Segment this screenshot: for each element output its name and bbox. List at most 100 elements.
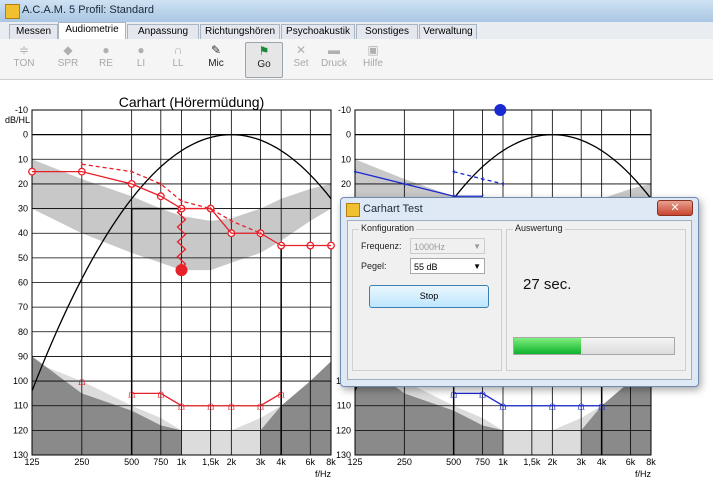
toolbar-label: RE: [99, 58, 113, 69]
tab-sonstiges[interactable]: Sonstiges: [356, 24, 418, 39]
configuration-group: Konfiguration Frequenz: 1000Hz ▼ Pegel: 5…: [352, 223, 502, 371]
run-icon: ⚑: [258, 44, 270, 58]
y-tick-label: 30: [18, 204, 28, 214]
toolbar-mic-button[interactable]: ✎ Mic: [198, 42, 234, 76]
x-tick-label: 6k: [626, 457, 636, 467]
toolbar-label: Set: [293, 58, 309, 69]
level-select[interactable]: 55 dB ▼: [410, 258, 485, 274]
y-tick-label: 10: [341, 154, 351, 164]
x-tick-label: 500: [124, 457, 139, 467]
tab-psychoakustik[interactable]: Psychoakustik: [281, 24, 355, 39]
toolbar-label: Druck: [320, 58, 348, 69]
y-tick-label: 40: [18, 228, 28, 238]
result-group: Auswertung 27 sec.: [506, 223, 686, 371]
dialog-body: Konfiguration Frequenz: 1000Hz ▼ Pegel: 5…: [347, 220, 692, 380]
y-tick-label: -10: [15, 105, 28, 115]
level-label: Pegel:: [361, 261, 387, 271]
configuration-label: Konfiguration: [359, 223, 417, 233]
toolbar-hilfe-button[interactable]: ▣ Hilfe: [355, 42, 391, 76]
toolbar-li-button[interactable]: ● LI: [123, 42, 159, 76]
headphones-icon: ∩: [173, 43, 183, 57]
frequency-select[interactable]: 1000Hz ▼: [410, 238, 485, 254]
tab-messen[interactable]: Messen: [9, 24, 58, 39]
tools-icon: ✕: [295, 43, 307, 57]
x-tick-label: 125: [24, 457, 39, 467]
x-tick-label: 250: [74, 457, 89, 467]
dialog-app-icon: [346, 203, 360, 217]
toolbar-druck-button[interactable]: ▬ Druck: [316, 42, 352, 76]
x-tick-label: 250: [397, 457, 412, 467]
y-tick-label: 90: [18, 351, 28, 361]
toolbar-ll-button[interactable]: ∩ LL: [160, 42, 196, 76]
toolbar-label: SPR: [57, 58, 79, 69]
chevron-down-icon: ▼: [473, 262, 481, 271]
y-tick-label: 10: [18, 154, 28, 164]
chevron-down-icon: ▼: [473, 242, 481, 251]
level-value: 55 dB: [414, 262, 438, 272]
tab-label: Audiometrie: [65, 24, 119, 35]
x-tick-label: 3k: [576, 457, 586, 467]
x-tick-label: 500: [446, 457, 461, 467]
toolbar-set-button[interactable]: ✕ Set: [283, 42, 319, 76]
test-point: [494, 104, 507, 116]
y-tick-label: -10: [338, 105, 351, 115]
chart-title: Carhart (Hörermüdung): [119, 94, 265, 110]
y-tick-label: 50: [18, 253, 28, 263]
bone-marker: ⩍: [78, 375, 85, 388]
y-tick-label: 110: [14, 401, 28, 411]
progress-bar: [513, 337, 675, 355]
y-tick-label: 80: [18, 327, 28, 337]
tab-anpassung[interactable]: Anpassung: [127, 24, 199, 39]
test-point: [175, 264, 188, 277]
frequency-value: 1000Hz: [414, 242, 446, 252]
x-tick-label: 1,5k: [523, 457, 541, 467]
result-label: Auswertung: [513, 223, 565, 233]
toolbar-go-button[interactable]: ⚑ Go: [245, 42, 283, 78]
x-tick-label: 8k: [646, 457, 656, 467]
equalizer-icon: ≑: [18, 43, 30, 57]
toolbar-label: LI: [136, 58, 146, 69]
tab-bar: Messen Audiometrie Anpassung Richtungshö…: [0, 22, 713, 40]
speech-icon: ◆: [63, 43, 73, 57]
app-logo-icon: [5, 4, 20, 19]
title-bar: A.C.A.M. 5 Profil: Standard: [0, 0, 713, 23]
x-tick-label: 8k: [326, 457, 336, 467]
data-point: ‹: [501, 179, 505, 190]
toolbar-re-button[interactable]: ● RE: [88, 42, 124, 76]
y-tick-label: 120: [13, 425, 28, 435]
y-tick-label: 110: [337, 401, 351, 411]
x-tick-label: 4k: [276, 457, 286, 467]
toolbar-label: LL: [172, 58, 184, 69]
stop-button[interactable]: Stop: [369, 285, 489, 308]
toolbar-ton-button[interactable]: ≑ TON: [6, 42, 42, 76]
tab-richtungshoeren[interactable]: Richtungshören: [200, 24, 280, 39]
y-tick-label: 100: [13, 376, 28, 386]
x-tick-label: 1k: [177, 457, 187, 467]
y-axis-label: dB/HL: [5, 115, 30, 125]
y-tick-label: 20: [18, 179, 28, 189]
y-tick-label: 0: [346, 130, 351, 140]
y-tick-label: 70: [18, 302, 28, 312]
x-axis-label: f/Hz: [315, 469, 332, 479]
toolbar-label: Go: [257, 59, 271, 70]
y-tick-label: 120: [336, 425, 351, 435]
dialog-title: Carhart Test: [363, 203, 423, 215]
carhart-test-dialog: Carhart Test ✕ Konfiguration Frequenz: 1…: [340, 197, 699, 387]
toolbar-spr-button[interactable]: ◆ SPR: [50, 42, 86, 76]
toolbar: ≑ TON ◆ SPR ● RE ● LI ∩ LL ✎ Mic ⚑ Go ✕ Set ▬ Dru…: [0, 39, 713, 80]
tab-verwaltung[interactable]: Verwaltung: [419, 24, 477, 39]
data-point: ›: [258, 228, 262, 239]
x-tick-label: 125: [347, 457, 362, 467]
printer-icon: ▬: [328, 43, 340, 57]
x-tick-label: 1,5k: [202, 457, 220, 467]
close-button[interactable]: ✕: [657, 200, 693, 216]
y-tick-label: 60: [18, 278, 28, 288]
microphone-icon: ✎: [210, 43, 222, 57]
data-point: ›: [180, 196, 184, 207]
toolbar-label: TON: [13, 58, 35, 69]
x-tick-label: 2k: [227, 457, 237, 467]
close-icon: ✕: [670, 202, 680, 214]
y-tick-label: 20: [341, 179, 351, 189]
tab-audiometrie[interactable]: Audiometrie: [58, 22, 126, 40]
frequency-label: Frequenz:: [361, 241, 402, 251]
